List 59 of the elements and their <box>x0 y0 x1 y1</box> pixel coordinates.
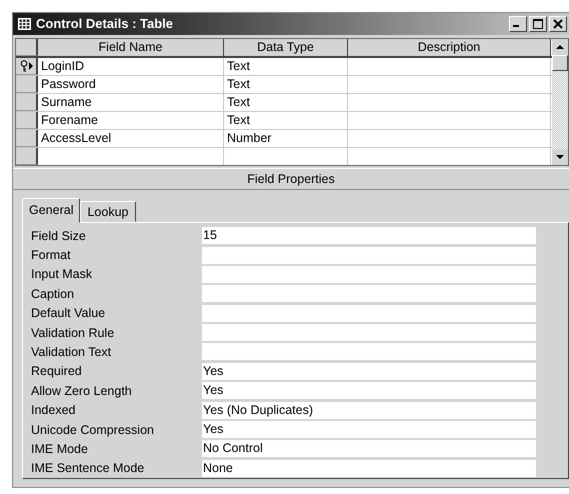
property-label: Format <box>31 248 72 262</box>
property-label: Validation Rule <box>31 326 116 340</box>
property-field[interactable] <box>202 324 536 342</box>
column-header[interactable]: Description <box>348 38 551 56</box>
property-field[interactable] <box>202 246 536 264</box>
close-icon <box>553 18 563 29</box>
property-label: Field Size <box>31 228 87 243</box>
column-header[interactable]: Data Type <box>224 38 348 56</box>
property-field[interactable]: None <box>202 460 536 477</box>
property-field[interactable]: Yes <box>202 362 536 380</box>
property-label: Default Value <box>31 306 106 320</box>
column-header[interactable]: Field Name <box>38 38 224 56</box>
property-label: Indexed <box>31 403 76 418</box>
property-label: IME Sentence Mode <box>31 461 146 476</box>
key-icon <box>20 60 28 72</box>
table-cell[interactable]: Text <box>224 112 348 129</box>
property-field[interactable]: Yes <box>202 421 536 438</box>
row-selector[interactable] <box>16 58 38 75</box>
row-selector[interactable] <box>16 94 38 111</box>
property-label: Caption <box>31 286 76 301</box>
table-cell[interactable]: AccessLevel <box>38 130 224 147</box>
close-button[interactable] <box>549 16 567 32</box>
property-field[interactable] <box>202 266 536 283</box>
property-field[interactable] <box>202 304 536 322</box>
table-cell[interactable]: Text <box>224 76 348 93</box>
maximize-icon <box>533 18 543 29</box>
minimize-icon <box>513 25 519 28</box>
row-selector[interactable] <box>16 148 38 165</box>
table-cell[interactable]: Password <box>38 76 224 93</box>
property-label: Unicode Compression <box>31 422 155 437</box>
property-field[interactable]: Yes (No Duplicates) <box>202 402 536 419</box>
property-field[interactable] <box>202 343 536 360</box>
table-cell[interactable]: Text <box>224 94 348 111</box>
scroll-thumb[interactable] <box>552 54 568 71</box>
row-selector[interactable] <box>16 112 38 129</box>
row-selector[interactable] <box>16 130 38 147</box>
tab[interactable]: Lookup <box>80 200 136 222</box>
table-cell[interactable]: Surname <box>38 94 224 111</box>
property-field[interactable]: 15 <box>202 227 536 244</box>
property-field[interactable]: Yes <box>202 382 536 400</box>
property-label: Required <box>31 364 83 378</box>
property-field[interactable] <box>202 285 536 302</box>
maximize-button[interactable] <box>529 16 547 32</box>
window-title: Control Details : Table <box>36 16 173 32</box>
property-label: Validation Text <box>31 344 112 359</box>
row-selector[interactable] <box>16 76 38 93</box>
property-label: Allow Zero Length <box>31 384 133 398</box>
tab[interactable]: General <box>22 198 80 223</box>
property-field[interactable]: No Control <box>202 440 536 458</box>
table-cell[interactable]: Forename <box>38 112 224 129</box>
section-heading: Field Properties <box>13 168 569 190</box>
property-label: Input Mask <box>31 267 94 282</box>
minimize-button[interactable] <box>509 16 527 32</box>
current-row-icon <box>28 62 32 70</box>
table-cell[interactable]: LoginID <box>38 58 224 75</box>
property-label: IME Mode <box>31 442 89 456</box>
table-cell[interactable]: Text <box>224 58 348 75</box>
table-cell[interactable]: Number <box>224 130 348 147</box>
table-icon <box>18 18 31 30</box>
